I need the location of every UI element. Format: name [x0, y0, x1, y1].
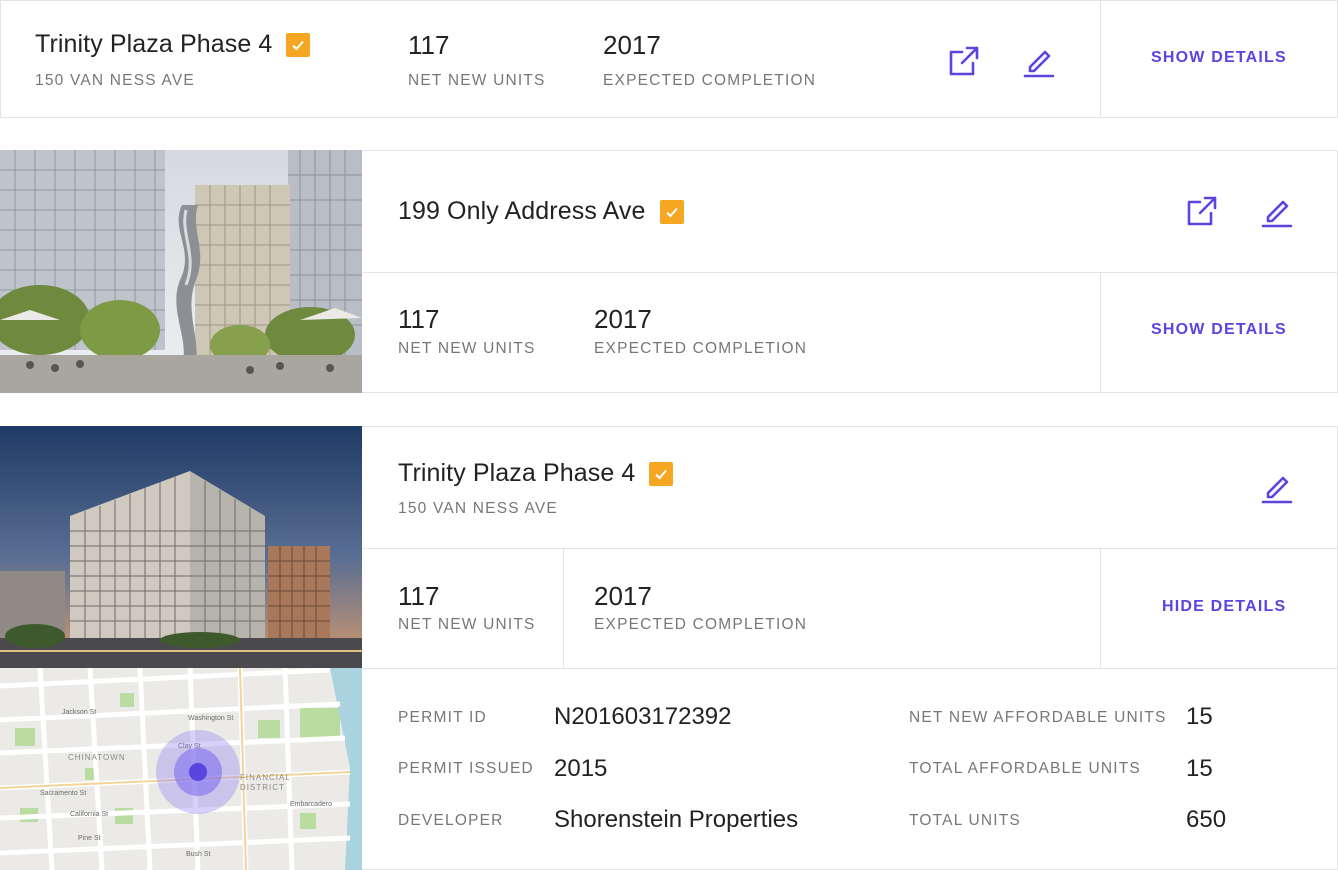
completion-label: EXPECTED COMPLETION	[594, 616, 808, 633]
project-card-with-photo: 199 Only Address Ave 117 NET NEW UNITS 2…	[0, 150, 1338, 393]
map-label-district: DISTRICT	[240, 783, 285, 792]
project-title-text: 199 Only Address Ave	[398, 197, 646, 225]
map-label-bush: Bush St	[186, 851, 211, 858]
total-affordable-label: TOTAL AFFORDABLE UNITS	[909, 760, 1141, 777]
external-link-icon[interactable]	[1185, 194, 1219, 228]
units-value: 117	[398, 581, 440, 611]
project-photo-building	[0, 426, 362, 668]
edit-pencil-icon[interactable]	[1260, 470, 1294, 504]
project-title-text: Trinity Plaza Phase 4	[398, 459, 636, 487]
project-card-expanded: Jackson St Washington St Clay St Sacrame…	[0, 426, 1338, 870]
permit-issued-label: PERMIT ISSUED	[398, 760, 534, 777]
developer-value: Shorenstein Properties	[554, 806, 799, 833]
completion-value: 2017	[594, 581, 652, 611]
project-address: 150 VAN NESS AVE	[35, 72, 195, 89]
total-units-label: TOTAL UNITS	[909, 812, 1021, 829]
map-label-jackson: Jackson St	[62, 709, 96, 716]
hide-details-button[interactable]: HIDE DETAILS	[1162, 598, 1286, 616]
completion-value: 2017	[603, 30, 661, 60]
completion-label: EXPECTED COMPLETION	[603, 72, 817, 89]
project-title: Trinity Plaza Phase 4	[35, 30, 311, 59]
units-label: NET NEW UNITS	[398, 340, 536, 357]
checkbox-checked-icon[interactable]	[659, 199, 684, 224]
map-label-washington: Washington St	[188, 715, 233, 722]
map-label-embarcadero: Embarcadero	[290, 801, 332, 808]
project-title-text: Trinity Plaza Phase 4	[35, 30, 273, 58]
permit-id-value: N201603172392	[554, 703, 732, 730]
developer-label: DEVELOPER	[398, 812, 504, 829]
map-label-financial: FINANCIAL	[240, 773, 291, 782]
project-address: 150 VAN NESS AVE	[398, 500, 558, 517]
completion-value: 2017	[594, 304, 652, 334]
edit-pencil-icon[interactable]	[1022, 44, 1056, 78]
net-new-affordable-label: NET NEW AFFORDABLE UNITS	[909, 709, 1167, 726]
units-label: NET NEW UNITS	[408, 72, 546, 89]
total-units-value: 650	[1186, 806, 1227, 833]
units-value: 117	[398, 304, 440, 334]
location-map[interactable]: Jackson St Washington St Clay St Sacrame…	[0, 668, 362, 870]
total-affordable-value: 15	[1186, 755, 1213, 782]
edit-pencil-icon[interactable]	[1260, 194, 1294, 228]
project-title: 199 Only Address Ave	[398, 197, 684, 226]
map-label-pine: Pine St	[78, 835, 101, 842]
map-label-california: California St	[70, 811, 108, 818]
map-label-sacramento: Sacramento St	[40, 790, 86, 797]
units-label: NET NEW UNITS	[398, 616, 536, 633]
show-details-button[interactable]: SHOW DETAILS	[1151, 321, 1287, 339]
permit-id-label: PERMIT ID	[398, 709, 487, 726]
project-title: Trinity Plaza Phase 4	[398, 459, 674, 488]
project-card-collapsed: Trinity Plaza Phase 4 150 VAN NESS AVE 1…	[0, 0, 1338, 118]
map-label-chinatown: CHINATOWN	[68, 753, 126, 762]
external-link-icon[interactable]	[947, 44, 981, 78]
permit-issued-value: 2015	[554, 755, 608, 782]
show-details-button[interactable]: SHOW DETAILS	[1151, 49, 1287, 67]
checkbox-checked-icon[interactable]	[286, 32, 311, 57]
checkbox-checked-icon[interactable]	[649, 461, 674, 486]
project-photo-plaza	[0, 150, 362, 393]
completion-label: EXPECTED COMPLETION	[594, 340, 808, 357]
map-pin-icon	[189, 763, 207, 781]
net-new-affordable-value: 15	[1186, 703, 1213, 730]
units-value: 117	[408, 30, 450, 60]
